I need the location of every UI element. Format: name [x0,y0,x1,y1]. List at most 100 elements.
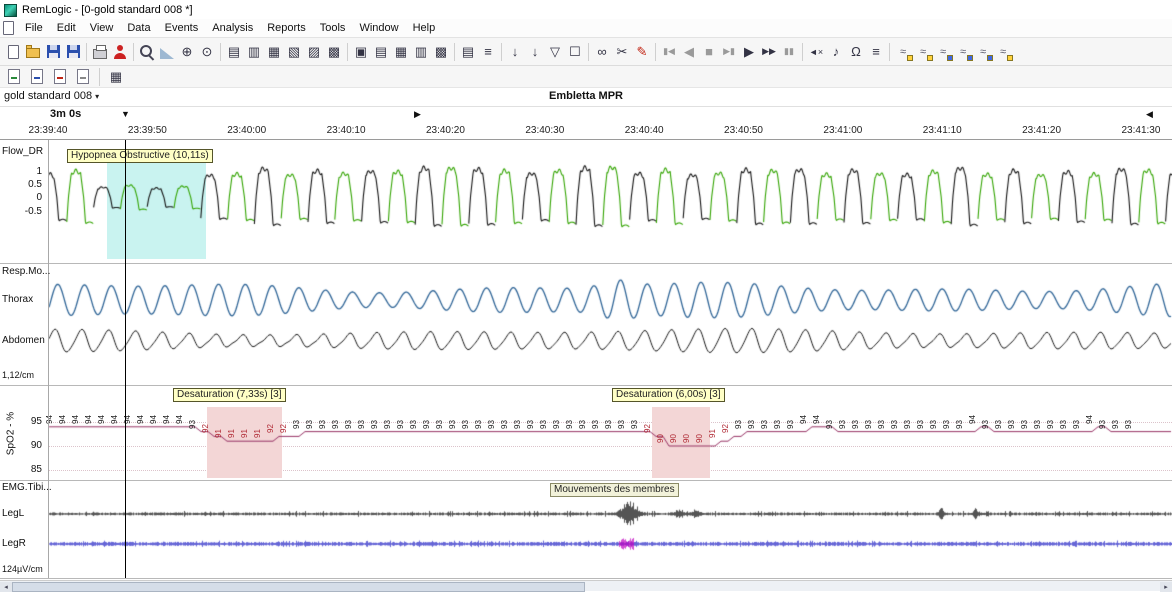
impedance-omega-icon[interactable]: Ω [846,41,866,62]
menu-file[interactable]: File [18,20,50,36]
montage-settings-icon[interactable]: ≡ [866,41,886,62]
matrix-icon[interactable]: ▦ [106,66,126,87]
score-event-icon-5[interactable]: ≈ [973,41,993,62]
signal-sheet-icon[interactable]: ▤ [458,41,478,62]
text-page-icon[interactable] [73,66,93,87]
fast-forward-icon[interactable]: ▶▶ [759,41,779,62]
score-event-icon-1[interactable]: ≈ [893,41,913,62]
spo2-value: 93 [631,420,639,429]
signal-page-icon[interactable] [4,66,24,87]
filter-icon[interactable]: ▽ [545,41,565,62]
menu-analysis[interactable]: Analysis [205,20,260,36]
patient-icon[interactable] [110,41,130,62]
spo2-value: 94 [800,415,808,424]
spo2-value: 93 [1073,420,1081,429]
hypopnea-event-label[interactable]: Hypopnea Obstructive (10,11s) [67,149,213,163]
score-event-icon-2[interactable]: ≈ [913,41,933,62]
annotate-pen-icon[interactable]: ✎ [632,41,652,62]
score-event-icon-6[interactable]: ≈ [993,41,1013,62]
play-icon[interactable]: ▶ [739,41,759,62]
desaturation-event-region-1[interactable] [207,407,282,478]
resp-group-label[interactable]: Resp.Mo... [2,266,50,277]
hypopnea-event-region[interactable] [107,163,206,259]
event-list-icon[interactable]: ≡ [478,41,498,62]
cascade-arrows-icon[interactable]: ↓ [525,41,545,62]
text-page-glyph [77,69,89,84]
stop-icon[interactable]: ■ [699,41,719,62]
spo2-value: 93 [319,420,327,429]
link-channels-icon[interactable]: ∞ [592,41,612,62]
jump-down-icon[interactable]: ↓ [505,41,525,62]
pause-icon[interactable]: ▮▮ [779,41,799,62]
mdi-document-icon[interactable] [3,21,14,35]
menu-help[interactable]: Help [406,20,443,36]
montage-icon-4[interactable]: ▥ [411,41,431,62]
spo2-value: 94 [59,415,67,424]
spo2-value: 93 [852,420,860,429]
spo2-value: 93 [527,420,535,429]
prev-page-icon[interactable]: ◀ [679,41,699,62]
menu-tools[interactable]: Tools [313,20,353,36]
layout-split-icon[interactable]: ▥ [244,41,264,62]
desaturation-event-label-2[interactable]: Desaturation (6,00s) [3] [612,388,725,402]
edge-marker-icon[interactable]: ◀ [1146,109,1153,120]
menu-events[interactable]: Events [158,20,206,36]
cut-icon[interactable]: ✂ [612,41,632,62]
cursor-marker-icon[interactable]: ▼ [121,109,130,119]
time-cursor-line[interactable] [125,140,126,578]
desaturation-event-label-1[interactable]: Desaturation (7,33s) [3] [173,388,286,402]
legl-channel-label[interactable]: LegL [2,508,24,519]
print-icon[interactable] [90,41,110,62]
menu-data[interactable]: Data [120,20,157,36]
event-page-icon[interactable] [50,66,70,87]
menu-bar: File Edit View Data Events Analysis Repo… [0,19,1172,38]
toolbar-separator [99,68,100,86]
montage-icon-3[interactable]: ▦ [391,41,411,62]
horizontal-scrollbar[interactable]: ◂ ▸ [0,580,1172,591]
menu-edit[interactable]: Edit [50,20,83,36]
menu-window[interactable]: Window [352,20,405,36]
layout-mixed-icon[interactable]: ▩ [324,41,344,62]
montage-icon-2[interactable]: ▤ [371,41,391,62]
goto-start-icon[interactable]: ▮◀ [659,41,679,62]
zoom-icon[interactable] [137,41,157,62]
save-icon[interactable] [43,41,63,62]
event-marker-icon[interactable]: ▶ [414,109,421,120]
score-event-icon-3[interactable]: ≈ [933,41,953,62]
save-all-icon[interactable] [63,41,83,62]
time-ruler[interactable]: 3m 0s ▼ ▶ ◀ 23:39:4023:39:5023:40:0023:4… [0,106,1172,140]
audio-note-icon[interactable]: ♪ [826,41,846,62]
spo2-value: 93 [865,420,873,429]
legr-channel-label[interactable]: LegR [2,538,26,549]
spo2-value: 93 [293,420,301,429]
mute-icon[interactable]: ◄× [806,41,826,62]
layout-grid-icon[interactable]: ▦ [264,41,284,62]
layout-columns-icon[interactable]: ▧ [284,41,304,62]
flow-channel-label[interactable]: Flow_DR [2,146,43,157]
montage-icon-1[interactable]: ▣ [351,41,371,62]
spo2-value: 93 [566,420,574,429]
abdomen-channel-label[interactable]: Abdomen [2,335,45,346]
emg-group-label[interactable]: EMG.Tibi... [2,482,52,493]
montage-icon-5[interactable]: ▩ [431,41,451,62]
layout-rows-icon[interactable]: ▨ [304,41,324,62]
spo2-channel-label[interactable]: SpO2 - % [6,399,17,469]
spo2-value: 91 [228,429,236,438]
selection-box-icon[interactable]: ☐ [565,41,585,62]
open-folder-icon[interactable] [23,41,43,62]
thorax-channel-label[interactable]: Thorax [2,294,33,305]
separator-line [0,578,1172,579]
goto-end-icon[interactable]: ▶▮ [719,41,739,62]
report-page-icon[interactable] [27,66,47,87]
menu-reports[interactable]: Reports [260,20,313,36]
limb-movement-event-label[interactable]: Mouvements des membres [550,483,679,497]
new-document-icon[interactable] [3,41,23,62]
spo2-value: 93 [475,420,483,429]
crosshair-icon[interactable]: ⊕ [177,41,197,62]
spo2-value: 93 [1060,420,1068,429]
layout-single-icon[interactable]: ▤ [224,41,244,62]
score-event-icon-4[interactable]: ≈ [953,41,973,62]
stopwatch-icon[interactable]: ⊙ [197,41,217,62]
protractor-icon[interactable] [157,41,177,62]
menu-view[interactable]: View [83,20,121,36]
